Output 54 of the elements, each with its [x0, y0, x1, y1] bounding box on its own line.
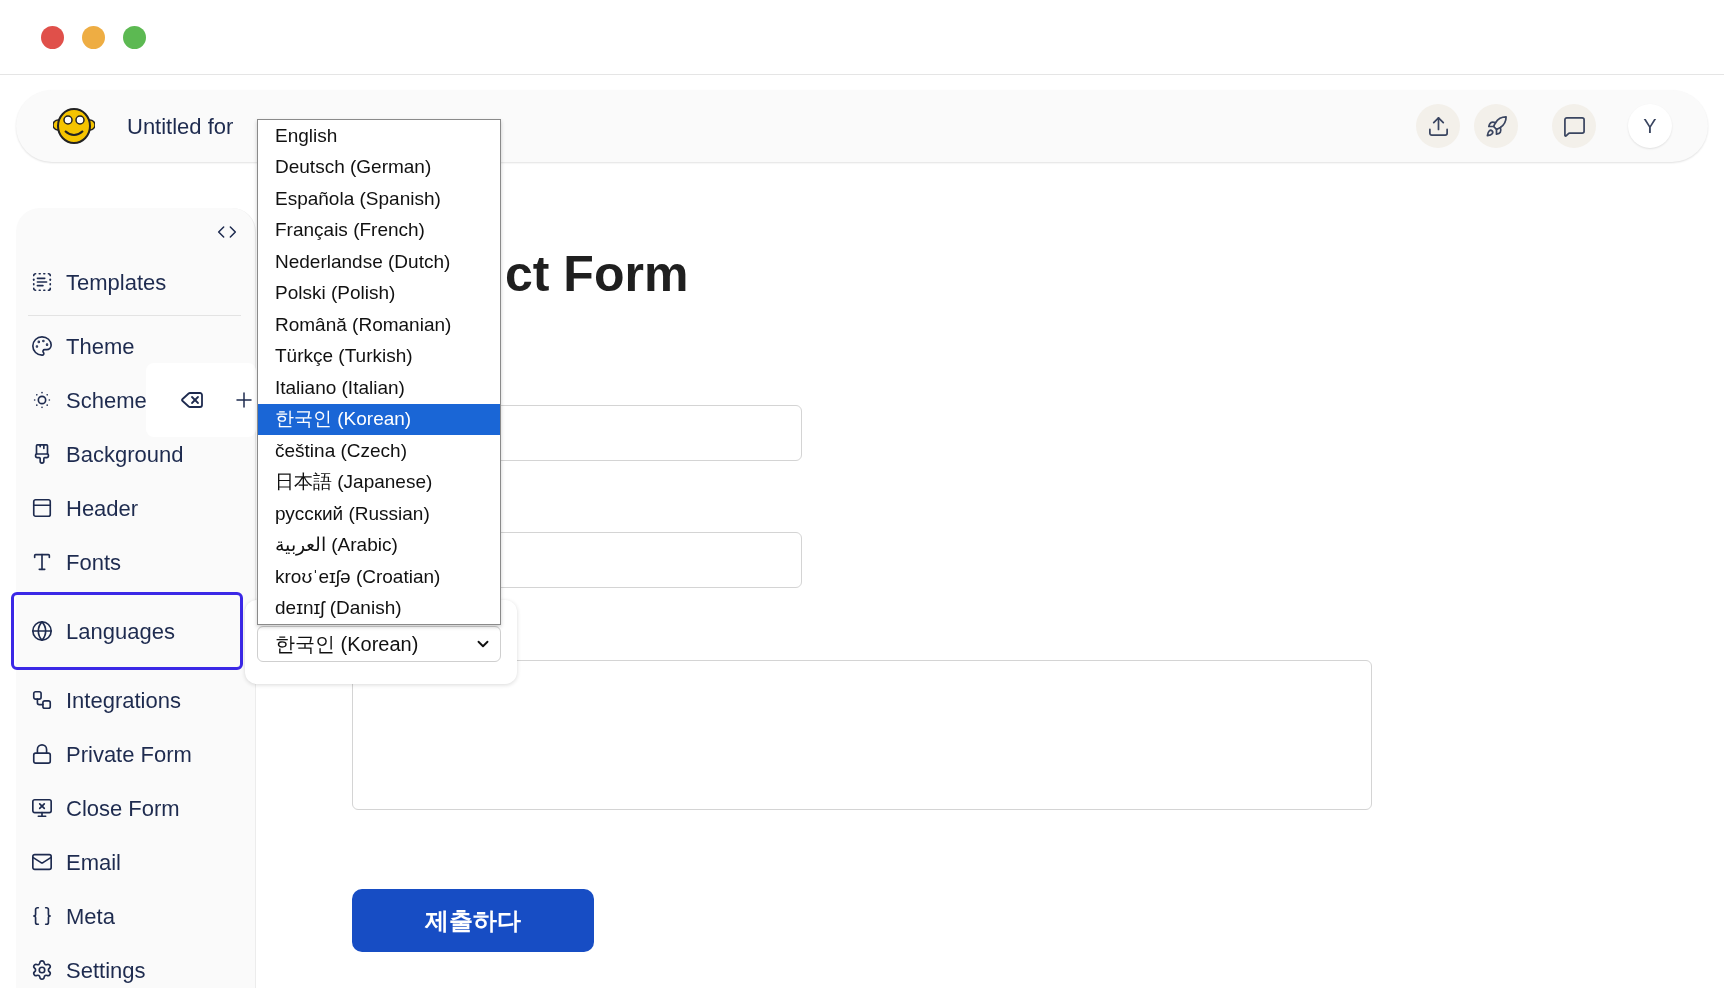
rocket-icon — [1484, 114, 1508, 138]
sidebar-item[interactable]: Theme — [28, 322, 241, 370]
sidebar-item[interactable]: Background — [28, 430, 241, 478]
language-option[interactable]: 한국인 (Korean) — [258, 403, 500, 435]
language-option[interactable]: Nederlandse (Dutch) — [258, 246, 500, 278]
upload-button[interactable] — [1416, 104, 1460, 148]
language-option[interactable]: English — [258, 120, 500, 152]
rocket-button[interactable] — [1474, 104, 1518, 148]
language-option[interactable]: Italiano (Italian) — [258, 372, 500, 404]
language-option[interactable]: Polski (Polish) — [258, 277, 500, 309]
comment-icon — [1562, 114, 1586, 138]
language-option[interactable]: kroʊˈeɪʃə (Croatian) — [258, 561, 500, 593]
dashed-list-icon — [31, 271, 53, 293]
settings-icon — [31, 959, 53, 981]
comment-button[interactable] — [1552, 104, 1596, 148]
language-option[interactable]: русский (Russian) — [258, 498, 500, 530]
language-option[interactable]: Türkçe (Turkish) — [258, 340, 500, 372]
lock-icon — [31, 743, 53, 765]
sidebar-item[interactable]: Scheme — [28, 376, 241, 424]
language-option[interactable]: Española (Spanish) — [258, 183, 500, 215]
sidebar-item[interactable]: Integrations — [28, 676, 241, 724]
type-icon — [31, 551, 53, 573]
form-heading: ct Form — [505, 245, 690, 304]
sun-icon — [31, 389, 53, 411]
globe-icon — [31, 620, 53, 642]
upload-icon — [1426, 114, 1450, 138]
language-option[interactable]: Français (French) — [258, 214, 500, 246]
monitor-x-icon — [31, 797, 53, 819]
palette-icon — [31, 335, 53, 357]
language-select[interactable]: 한국인 (Korean) — [257, 626, 501, 662]
sidebar-item[interactable]: Meta — [28, 892, 241, 940]
language-option[interactable]: Deutsch (German) — [258, 151, 500, 183]
sidebar-item[interactable]: Settings — [28, 946, 241, 988]
language-option[interactable]: Română (Romanian) — [258, 309, 500, 341]
submit-button[interactable]: 제출하다 — [352, 889, 594, 952]
sidebar-item[interactable]: Languages — [11, 592, 243, 670]
workflow-icon — [31, 689, 53, 711]
sidebar-item[interactable]: Fonts — [28, 538, 241, 586]
avatar-button[interactable]: Y — [1628, 104, 1672, 148]
sidebar-item[interactable]: Email — [28, 838, 241, 886]
language-option[interactable]: العربية (Arabic) — [258, 529, 500, 561]
language-option[interactable]: deɪnɪʃ (Danish) — [258, 592, 500, 624]
language-option[interactable]: 日本語 (Japanese) — [258, 466, 500, 498]
panel-icon — [31, 497, 53, 519]
form-title: Untitled for — [127, 112, 234, 141]
sidebar-item[interactable]: Header — [28, 484, 241, 532]
window-control[interactable] — [41, 25, 64, 49]
sidebar-item[interactable]: Templates — [28, 258, 241, 306]
sidebar-item[interactable]: Private Form — [28, 730, 241, 778]
mail-icon — [31, 851, 53, 873]
sidebar-item[interactable]: Close Form — [28, 784, 241, 832]
braces-icon — [31, 905, 53, 927]
language-option[interactable]: čeština (Czech) — [258, 435, 500, 467]
monkey-logo — [53, 107, 95, 145]
